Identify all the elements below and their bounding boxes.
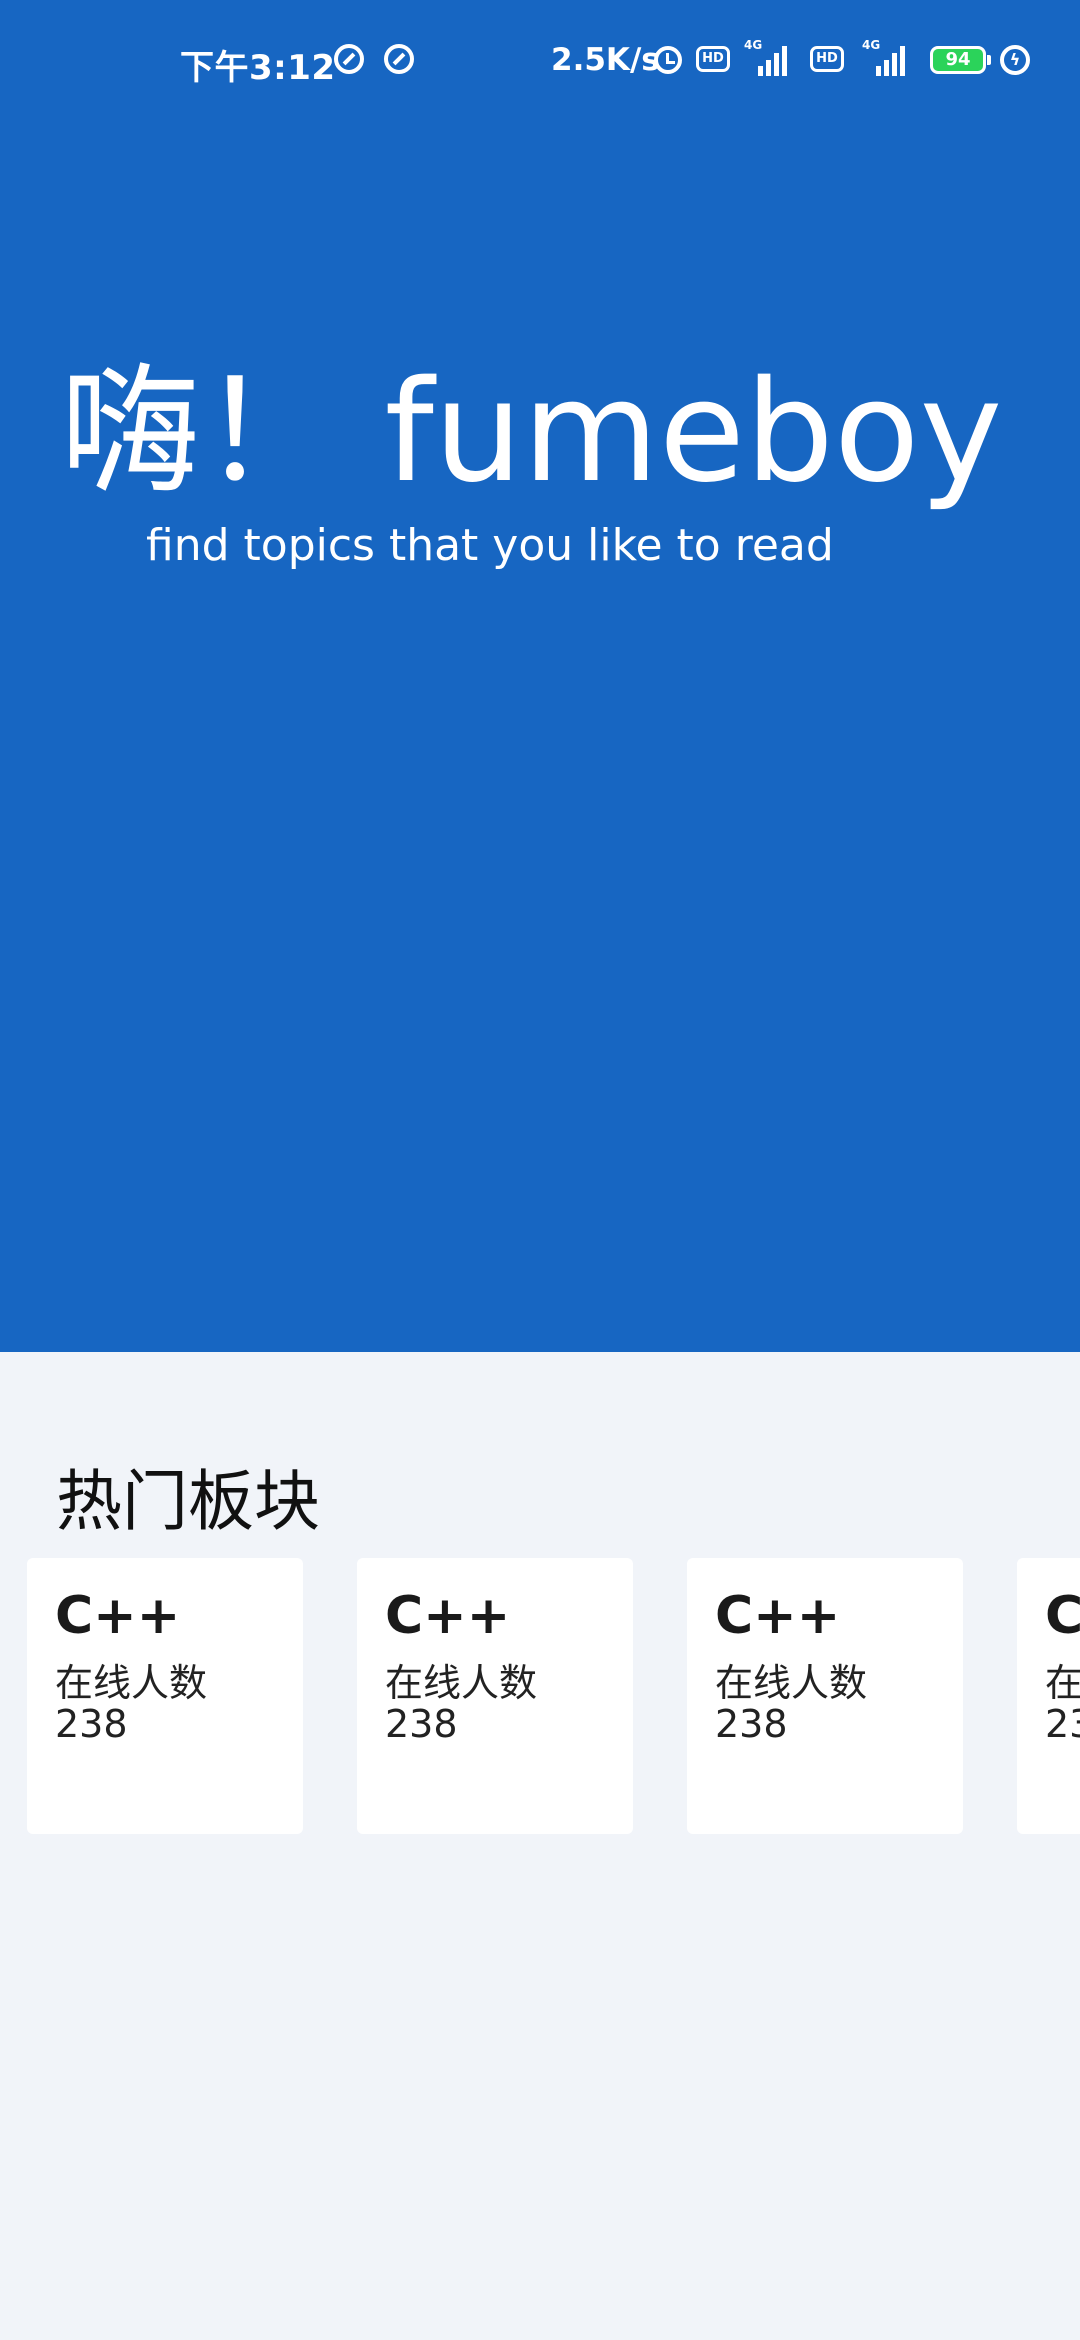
online-count-label: 在线人数 <box>55 1661 208 1705</box>
battery-icon: 94 <box>930 46 986 74</box>
network-speed: 2.5K/s <box>551 42 660 78</box>
online-count-label: 在线人数 <box>385 1661 538 1705</box>
online-count-value: 238 <box>715 1702 788 1746</box>
online-count-value: 238 <box>1045 1702 1080 1746</box>
topic-title: C++ <box>385 1586 511 1646</box>
topic-title: C++ <box>715 1586 841 1646</box>
signal-icon: 4G <box>744 38 790 76</box>
online-count-value: 238 <box>55 1702 128 1746</box>
topic-card[interactable]: C++ 在线人数 238 <box>27 1558 303 1834</box>
online-count-label: 在线人数 <box>1045 1661 1080 1705</box>
hd-icon: HD <box>810 46 844 72</box>
status-bar: 下午3:12 2.5K/s HD 4G HD 4G 94 ϟ <box>0 0 1080 124</box>
topic-card[interactable]: C++ 在线人数 238 <box>687 1558 963 1834</box>
topic-card[interactable]: C++ 在线人数 238 <box>357 1558 633 1834</box>
online-count-value: 238 <box>385 1702 458 1746</box>
battery-tip <box>987 55 991 65</box>
topic-card[interactable]: C++ 在线人数 238 <box>1017 1558 1080 1834</box>
hot-section: 热门板块 C++ 在线人数 238 C++ 在线人数 238 C++ 在线人数 … <box>0 1352 1080 2340</box>
section-title: 热门板块 <box>56 1463 320 1540</box>
topic-title: C++ <box>1045 1586 1080 1646</box>
alarm-icon <box>654 46 682 74</box>
greeting-subtitle: find topics that you like to read <box>146 520 834 571</box>
header-banner: 下午3:12 2.5K/s HD 4G HD 4G 94 ϟ 嗨！ fumebo… <box>0 0 1080 1352</box>
online-count-label: 在线人数 <box>715 1661 868 1705</box>
charging-icon: ϟ <box>1000 45 1030 75</box>
status-time: 下午3:12 <box>180 48 336 88</box>
hd-icon: HD <box>696 46 730 72</box>
sync-icon <box>384 44 414 74</box>
greeting-title: 嗨！ fumeboy <box>60 351 1003 514</box>
topic-title: C++ <box>55 1586 181 1646</box>
battery-level: 94 <box>945 49 971 70</box>
sync-icon <box>334 44 364 74</box>
signal-icon: 4G <box>862 38 908 76</box>
